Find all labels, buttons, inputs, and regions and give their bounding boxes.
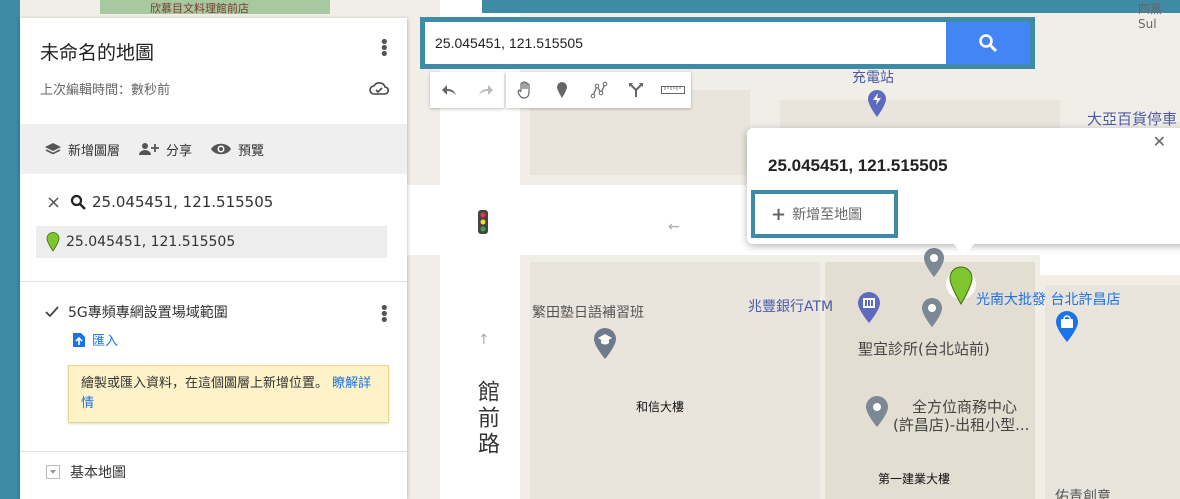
map-label-clinic[interactable]: 聖宜診所(台北站前) [858, 338, 990, 359]
popup-coordinates: 25.045451, 121.515505 [768, 156, 948, 175]
place-marker-icon[interactable] [922, 246, 946, 278]
add-person-icon [139, 143, 160, 155]
map-label-store[interactable]: 光南大批發 台北許昌店 [976, 289, 1120, 309]
bank-icon[interactable] [856, 290, 882, 324]
search-result-label: 25.045451, 121.515505 [66, 234, 236, 250]
history-tools [430, 72, 504, 108]
layer-options-kebab-icon[interactable]: • • • [379, 300, 390, 330]
add-layer-button[interactable]: 新增圖層 [44, 140, 120, 159]
tip-text: 繪製或匯入資料，在這個圖層上新增位置。 [81, 376, 329, 391]
ruler-icon [660, 86, 685, 94]
traffic-light-icon [478, 210, 488, 234]
preview-label: 預覽 [238, 143, 265, 159]
redo-button[interactable] [467, 72, 504, 108]
plus-icon: + [771, 203, 787, 225]
side-panel: 未命名的地圖 上次編輯時間：數秒前 • • • 新增圖層 分享 預覽 × 25.… [20, 18, 407, 499]
undo-button[interactable] [430, 72, 467, 108]
redo-icon [478, 85, 493, 95]
left-frame [0, 0, 20, 499]
map-label-bottom-right: 佑青創意 [1055, 489, 1111, 499]
search-query-row: × 25.045451, 121.515505 [20, 188, 407, 216]
map-label-hexin: 和信大樓 [636, 400, 685, 414]
search-query-text: 25.045451, 121.515505 [92, 193, 274, 211]
import-label: 匯入 [92, 334, 119, 349]
place-marker-icon[interactable] [920, 296, 944, 328]
map-label-atm[interactable]: 兆豐銀行ATM [748, 296, 833, 316]
one-way-arrow-icon: ↑ [478, 332, 490, 348]
preview-button[interactable]: 預覽 [210, 140, 264, 159]
search-button[interactable] [946, 22, 1030, 64]
base-map-row[interactable]: 基本地圖 [20, 452, 407, 482]
share-button[interactable]: 分享 [138, 140, 192, 159]
road-minor [1040, 255, 1180, 275]
eye-icon [211, 143, 232, 155]
search-icon [70, 194, 86, 210]
search-icon [979, 34, 998, 53]
draw-line-button[interactable] [580, 72, 617, 108]
add-layer-label: 新增圖層 [68, 143, 121, 159]
layer-visibility-checkbox[interactable] [44, 304, 60, 320]
map-label-daya[interactable]: 大亞百貨停車 [1087, 108, 1177, 129]
pan-hand-button[interactable] [506, 72, 543, 108]
map-label-top-left: 欣慕目文料理館前店 [150, 2, 249, 15]
map-label-top-right: 四蒸Sul [1138, 2, 1163, 31]
shopping-icon[interactable] [1054, 309, 1080, 343]
draw-line-icon [590, 81, 607, 99]
search-box [425, 22, 1030, 64]
layer-name[interactable]: 5G專頻專網設置場域範圍 [68, 302, 228, 322]
directions-button[interactable] [617, 72, 654, 108]
panel-toolbar: 新增圖層 分享 預覽 [20, 124, 407, 174]
map-subtitle: 上次編輯時間：數秒前 [40, 83, 171, 98]
add-marker-button[interactable] [543, 72, 580, 108]
layer-header: 5G專頻專網設置場域範圍 [44, 302, 407, 322]
expand-arrow-icon[interactable] [46, 465, 60, 479]
school-icon[interactable] [592, 326, 618, 360]
search-results-section: × 25.045451, 121.515505 25.045451, 121.5… [20, 174, 407, 282]
directions-icon [628, 83, 643, 97]
search-result-item[interactable]: 25.045451, 121.515505 [36, 226, 387, 258]
search-box-frame [420, 17, 1035, 69]
map-title[interactable]: 未命名的地圖 [40, 38, 387, 65]
map-label-road: 館前路 [474, 380, 499, 458]
top-frame [482, 0, 1180, 13]
undo-icon [441, 85, 456, 95]
import-link[interactable]: 匯入 [72, 330, 407, 349]
charging-station-icon[interactable] [866, 88, 888, 118]
selected-location-pin-icon[interactable] [946, 264, 976, 306]
map-label-charging[interactable]: 充電站 [852, 67, 894, 87]
clear-search-close-icon[interactable]: × [46, 192, 70, 213]
map-block [780, 100, 1060, 130]
map-tools [430, 72, 691, 108]
base-map-label: 基本地圖 [70, 465, 126, 481]
place-marker-icon[interactable] [864, 394, 890, 428]
share-label: 分享 [166, 143, 193, 159]
layer-tip-box: 繪製或匯入資料，在這個圖層上新增位置。 瞭解詳情 [68, 365, 389, 423]
measure-button[interactable] [654, 72, 691, 108]
layers-icon [45, 143, 61, 155]
cloud-saved-icon [369, 82, 389, 95]
green-pin-icon [46, 232, 60, 252]
one-way-arrow-icon: ← [668, 219, 680, 235]
map-label-business-center-2[interactable]: (許昌店)-出租小型... [893, 414, 1029, 435]
add-to-map-label: 新增至地圖 [792, 207, 863, 223]
hand-icon [516, 81, 530, 99]
layer-section: 5G專頻專網設置場域範圍 • • • 匯入 繪製或匯入資料，在這個圖層上新增位置。 … [20, 282, 407, 452]
add-to-map-button[interactable]: + 新增至地圖 [751, 190, 898, 238]
popup-tail [952, 242, 976, 256]
close-popup-icon[interactable]: ✕ [1153, 132, 1166, 151]
map-options-kebab-icon[interactable]: • • • [379, 34, 390, 64]
map-label-diyi: 第一建業大樓 [878, 472, 951, 486]
marker-icon [556, 82, 567, 98]
panel-header: 未命名的地圖 上次編輯時間：數秒前 • • • [20, 18, 407, 124]
info-popup: ✕ 25.045451, 121.515505 + 新增至地圖 [747, 128, 1180, 256]
import-file-icon [73, 332, 85, 347]
map-label-cram-school[interactable]: 繁田塾日語補習班 [532, 302, 644, 322]
edit-tools [506, 72, 691, 108]
search-input[interactable] [425, 22, 946, 64]
